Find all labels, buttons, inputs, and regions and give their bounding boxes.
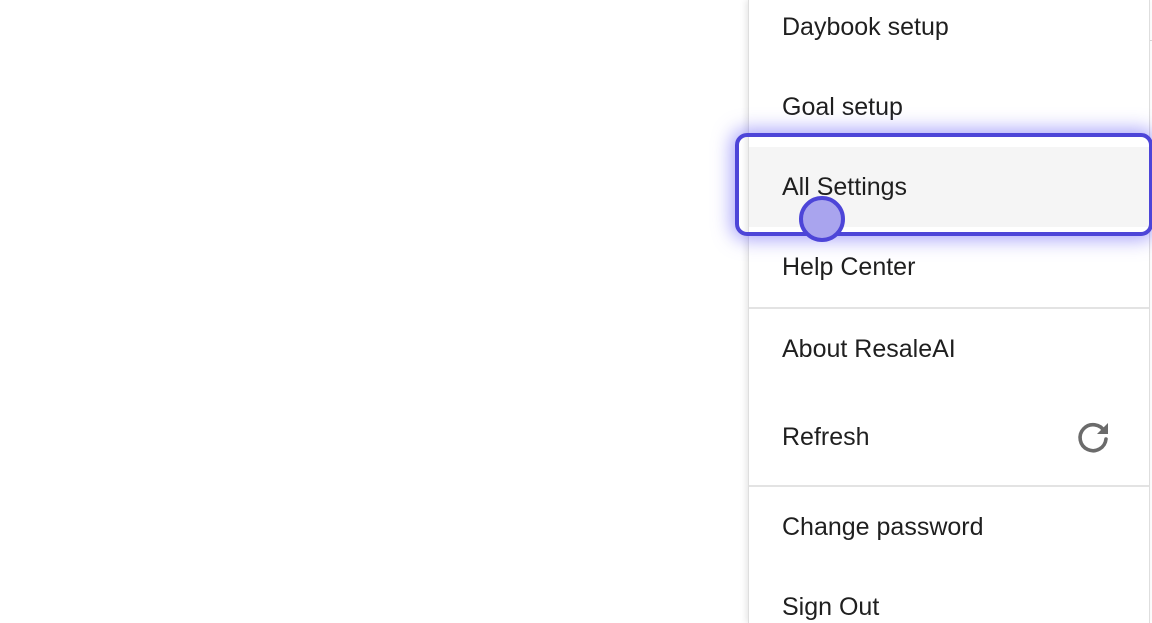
page: Daybook setup Goal setup All Settings He… bbox=[0, 0, 1152, 623]
menu-item-help-center[interactable]: Help Center bbox=[749, 227, 1149, 307]
menu-item-label: Daybook setup bbox=[782, 12, 949, 41]
menu-item-label: Refresh bbox=[782, 422, 870, 451]
menu-item-refresh[interactable]: Refresh bbox=[749, 397, 1149, 477]
menu-item-label: Goal setup bbox=[782, 92, 903, 121]
menu-item-daybook-setup[interactable]: Daybook setup bbox=[749, 0, 1149, 67]
settings-dropdown-menu: Daybook setup Goal setup All Settings He… bbox=[748, 0, 1150, 623]
menu-item-all-settings[interactable]: All Settings bbox=[749, 147, 1149, 227]
menu-item-label: Sign Out bbox=[782, 592, 880, 621]
menu-item-about[interactable]: About ResaleAI bbox=[749, 309, 1149, 389]
menu-item-sign-out[interactable]: Sign Out bbox=[749, 567, 1149, 623]
menu-item-label: All Settings bbox=[782, 172, 908, 201]
refresh-icon bbox=[1078, 422, 1108, 453]
menu-item-change-password[interactable]: Change password bbox=[749, 487, 1149, 567]
menu-item-label: About ResaleAI bbox=[782, 334, 956, 363]
menu-item-goal-setup[interactable]: Goal setup bbox=[749, 67, 1149, 147]
menu-item-label: Change password bbox=[782, 512, 984, 541]
menu-item-label: Help Center bbox=[782, 252, 916, 281]
